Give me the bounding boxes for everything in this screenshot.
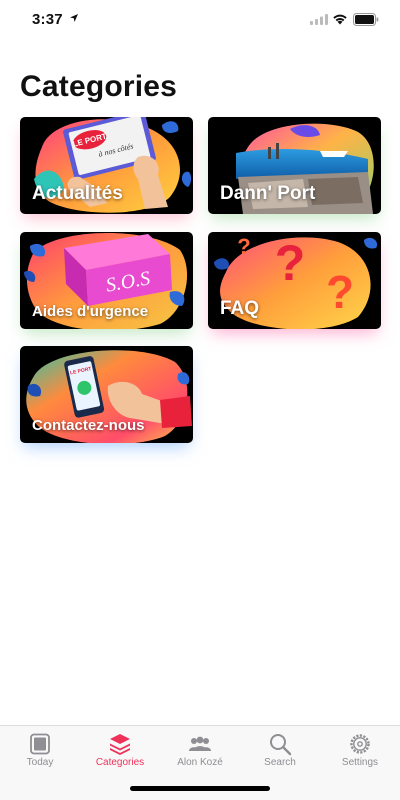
question-mark-icon: ?: [275, 235, 306, 291]
card-label: Dann' Port: [220, 183, 316, 204]
card-label: Actualités: [32, 183, 123, 204]
cellular-signal-icon: [310, 14, 328, 25]
today-icon: [30, 733, 50, 755]
tab-today[interactable]: Today: [0, 726, 80, 776]
category-card-faq[interactable]: ? ? ? FAQ: [208, 232, 381, 329]
wifi-icon: [333, 14, 347, 25]
categories-icon: [110, 734, 130, 755]
tab-settings[interactable]: Settings: [320, 726, 400, 776]
tab-categories[interactable]: Categories: [80, 726, 160, 776]
category-card-dann-port[interactable]: Dann' Port: [208, 117, 381, 214]
status-time: 3:37: [32, 11, 63, 28]
tab-search[interactable]: Search: [240, 726, 320, 776]
battery-icon: [353, 13, 379, 26]
category-card-aides-urgence[interactable]: S.O.S Aides d'urgence: [20, 232, 193, 329]
question-mark-icon: ?: [326, 266, 354, 318]
people-icon: [189, 736, 211, 751]
tab-label: Alon Kozé: [177, 757, 223, 768]
card-label: FAQ: [220, 298, 260, 319]
gear-icon: [350, 734, 370, 754]
tab-label: Categories: [95, 757, 145, 768]
tab-alon-koze[interactable]: Alon Kozé: [160, 726, 240, 776]
category-card-actualites[interactable]: LE PORT à nos côtés Actualités: [20, 117, 193, 214]
home-indicator: [130, 786, 270, 791]
tab-label: Search: [264, 757, 296, 768]
card-label: Aides d'urgence: [32, 303, 149, 320]
search-icon: [270, 734, 292, 756]
category-card-contactez-nous[interactable]: LE PORT Contactez-nous: [20, 346, 193, 443]
status-bar: 3:37: [0, 0, 400, 40]
page-title: Categories: [20, 70, 178, 103]
card-label: Contactez-nous: [32, 417, 145, 434]
question-mark-icon: ?: [237, 234, 250, 259]
tab-label: Today: [26, 757, 54, 768]
location-arrow-icon: [70, 14, 78, 22]
tab-label: Settings: [341, 757, 379, 768]
